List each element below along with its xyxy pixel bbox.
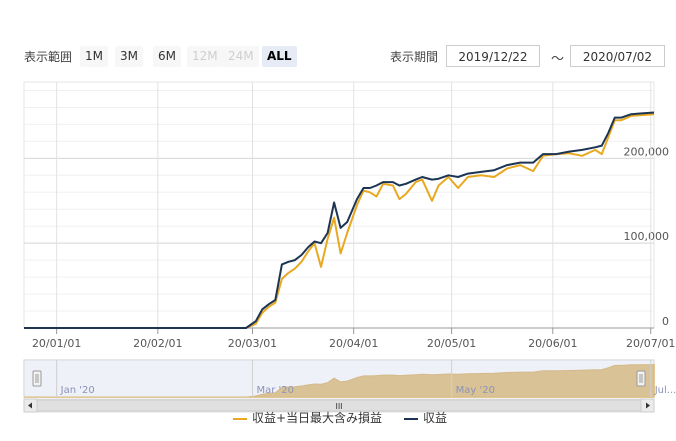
- navigator-handle-left[interactable]: [32, 370, 42, 387]
- legend-swatch: [404, 417, 418, 420]
- chart-svg: 0 100,000 200,000 20/01/01 20/02/01 20/03/01 2…: [23, 81, 676, 413]
- legend-label: 収益+当日最大含み損益: [252, 411, 383, 425]
- navigator-selection: [24, 360, 654, 397]
- x-tick-label: 20/02/01: [133, 337, 182, 350]
- x-tick-label: 20/01/01: [32, 337, 81, 350]
- x-tick-label: 20/03/01: [228, 337, 277, 350]
- x-tick-label: 20/06/01: [528, 337, 577, 350]
- navigator-label: Jul...: [654, 385, 676, 396]
- legend: 収益+当日最大含み損益 収益: [0, 409, 676, 427]
- handle-body[interactable]: [636, 370, 646, 387]
- navigator-handle-right[interactable]: [636, 370, 646, 387]
- legend-swatch: [233, 417, 247, 420]
- handle-body[interactable]: [32, 370, 42, 387]
- x-tick-label: 20/05/01: [427, 337, 476, 350]
- navigator-label: Mar '20: [256, 385, 294, 396]
- navigator-label: Jan '20: [60, 385, 95, 396]
- legend-item[interactable]: 収益+当日最大含み損益: [233, 409, 382, 426]
- navigator: Jan '20 Mar '20 May '20 Jul...: [23, 359, 676, 398]
- x-tick-label: 20/07/01: [626, 337, 675, 350]
- legend-label: 収益: [423, 411, 448, 425]
- y-tick-label: 100,000: [624, 230, 670, 243]
- y-tick-label: 0: [662, 315, 669, 328]
- navigator-label: May '20: [456, 385, 495, 396]
- plot-area: [23, 81, 655, 329]
- legend-item[interactable]: 収益: [404, 409, 447, 426]
- x-tick-label: 20/04/01: [329, 337, 378, 350]
- y-tick-label: 200,000: [624, 145, 670, 158]
